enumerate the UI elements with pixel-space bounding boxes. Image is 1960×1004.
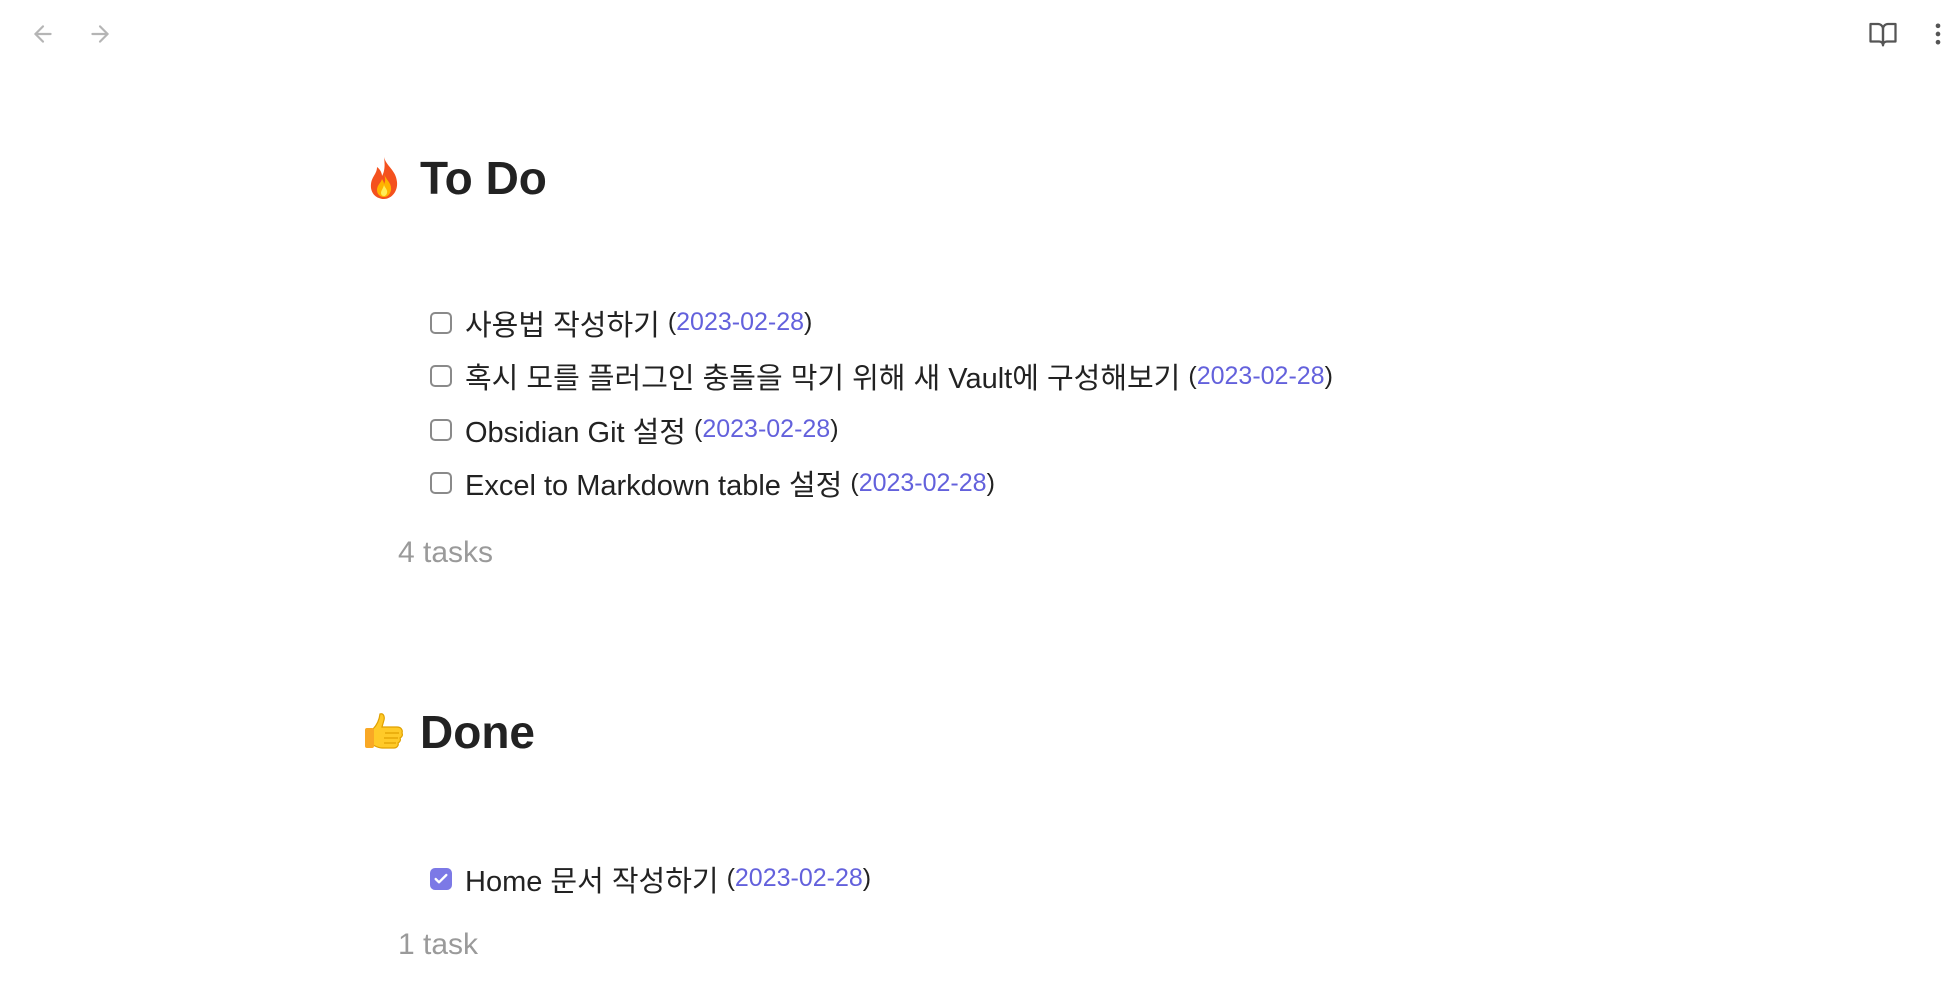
task-checkbox[interactable] <box>430 418 452 441</box>
task-date-link[interactable]: 2023-02-28 <box>702 415 830 444</box>
view-header <box>0 0 1960 64</box>
paren-open: ( <box>667 308 677 337</box>
reading-view-button[interactable] <box>1863 14 1903 54</box>
task-text: 사용법 작성하기 <box>465 309 660 342</box>
task-item: 사용법 작성하기 (2023-02-28) <box>430 296 1333 350</box>
paren-open: ( <box>850 468 859 497</box>
more-options-button[interactable] <box>1918 14 1958 54</box>
task-item: Excel to Markdown table 설정 (2023-02-28) <box>430 457 1333 511</box>
task-checkbox[interactable] <box>430 311 452 334</box>
thumbs-up-emoji-icon <box>365 713 403 749</box>
more-vertical-icon <box>1935 23 1941 45</box>
task-list-todo: 사용법 작성하기 (2023-02-28) 혹시 모를 플러그인 충돌을 막기 … <box>430 296 1333 510</box>
book-open-icon <box>1869 22 1897 47</box>
checkmark-icon <box>434 873 448 884</box>
task-text: Home 문서 작성하기 <box>465 865 719 898</box>
task-checkbox[interactable] <box>430 472 452 495</box>
paren-close: ) <box>804 308 813 337</box>
task-count: 1 task <box>398 928 479 961</box>
navigate-back-button[interactable] <box>25 16 61 52</box>
paren-close: ) <box>1324 361 1333 390</box>
task-checkbox-checked[interactable] <box>430 867 452 890</box>
task-item: Obsidian Git 설정 (2023-02-28) <box>430 403 1333 457</box>
task-list-done: Home 문서 작성하기 (2023-02-28) <box>430 852 871 906</box>
task-text: 혹시 모를 플러그인 충돌을 막기 위해 새 Vault에 구성해보기 <box>465 363 1181 396</box>
section-heading-done: Done <box>360 702 535 762</box>
task-text: Obsidian Git 설정 <box>465 416 686 449</box>
task-checkbox[interactable] <box>430 365 452 388</box>
task-item: Home 문서 작성하기 (2023-02-28) <box>430 852 871 906</box>
paren-close: ) <box>830 415 839 444</box>
task-date-link[interactable]: 2023-02-28 <box>1197 362 1325 391</box>
paren-open: ( <box>1188 361 1197 390</box>
section-title: Done <box>420 706 535 758</box>
paren-open: ( <box>694 415 703 444</box>
task-item: 혹시 모를 플러그인 충돌을 막기 위해 새 Vault에 구성해보기 (202… <box>430 350 1333 404</box>
task-date-link[interactable]: 2023-02-28 <box>859 469 987 498</box>
arrow-right-icon <box>91 25 109 43</box>
section-heading-todo: To Do <box>360 148 547 208</box>
paren-close: ) <box>986 468 995 497</box>
navigate-forward-button[interactable] <box>82 16 118 52</box>
paren-open: ( <box>726 864 735 893</box>
arrow-left-icon <box>34 25 52 43</box>
section-title: To Do <box>420 152 547 204</box>
fire-emoji-icon <box>370 157 398 199</box>
task-count: 4 tasks <box>398 536 494 569</box>
task-date-link[interactable]: 2023-02-28 <box>676 308 804 337</box>
paren-close: ) <box>862 864 872 893</box>
task-text: Excel to Markdown table 설정 <box>465 470 843 503</box>
task-date-link[interactable]: 2023-02-28 <box>735 864 863 893</box>
